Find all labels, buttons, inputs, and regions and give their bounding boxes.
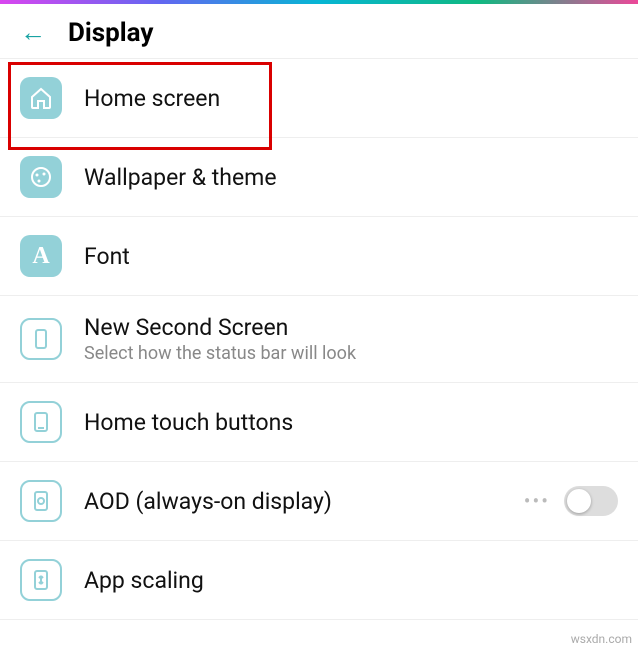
row-app-scaling[interactable]: App scaling xyxy=(0,540,638,620)
row-label: Home touch buttons xyxy=(84,409,618,436)
phone-icon xyxy=(20,318,62,360)
row-sublabel: Select how the status bar will look xyxy=(84,343,618,364)
scaling-icon xyxy=(20,559,62,601)
row-home-screen[interactable]: Home screen xyxy=(0,58,638,137)
row-label: Home screen xyxy=(84,85,618,112)
touch-buttons-icon xyxy=(20,401,62,443)
row-actions: ••• xyxy=(524,486,618,516)
row-label: App scaling xyxy=(84,567,618,594)
header: ← Display xyxy=(0,4,638,58)
row-label: Font xyxy=(84,243,618,270)
row-font[interactable]: A Font xyxy=(0,216,638,295)
aod-icon xyxy=(20,480,62,522)
row-label: AOD (always-on display) xyxy=(84,488,502,515)
aod-toggle[interactable] xyxy=(564,486,618,516)
row-label: Wallpaper & theme xyxy=(84,164,618,191)
palette-icon xyxy=(20,156,62,198)
row-label: New Second Screen xyxy=(84,314,618,341)
row-wallpaper[interactable]: Wallpaper & theme xyxy=(0,137,638,216)
row-aod[interactable]: AOD (always-on display) ••• xyxy=(0,461,638,540)
page-title: Display xyxy=(68,18,153,48)
more-icon[interactable]: ••• xyxy=(524,489,550,513)
home-icon xyxy=(20,77,62,119)
back-arrow-icon[interactable]: ← xyxy=(20,20,46,46)
font-icon: A xyxy=(20,235,62,277)
settings-list: Home screen Wallpaper & theme A Font New… xyxy=(0,58,638,620)
watermark: wsxdn.com xyxy=(571,632,632,646)
row-touch-buttons[interactable]: Home touch buttons xyxy=(0,382,638,461)
row-second-screen[interactable]: New Second Screen Select how the status … xyxy=(0,295,638,382)
